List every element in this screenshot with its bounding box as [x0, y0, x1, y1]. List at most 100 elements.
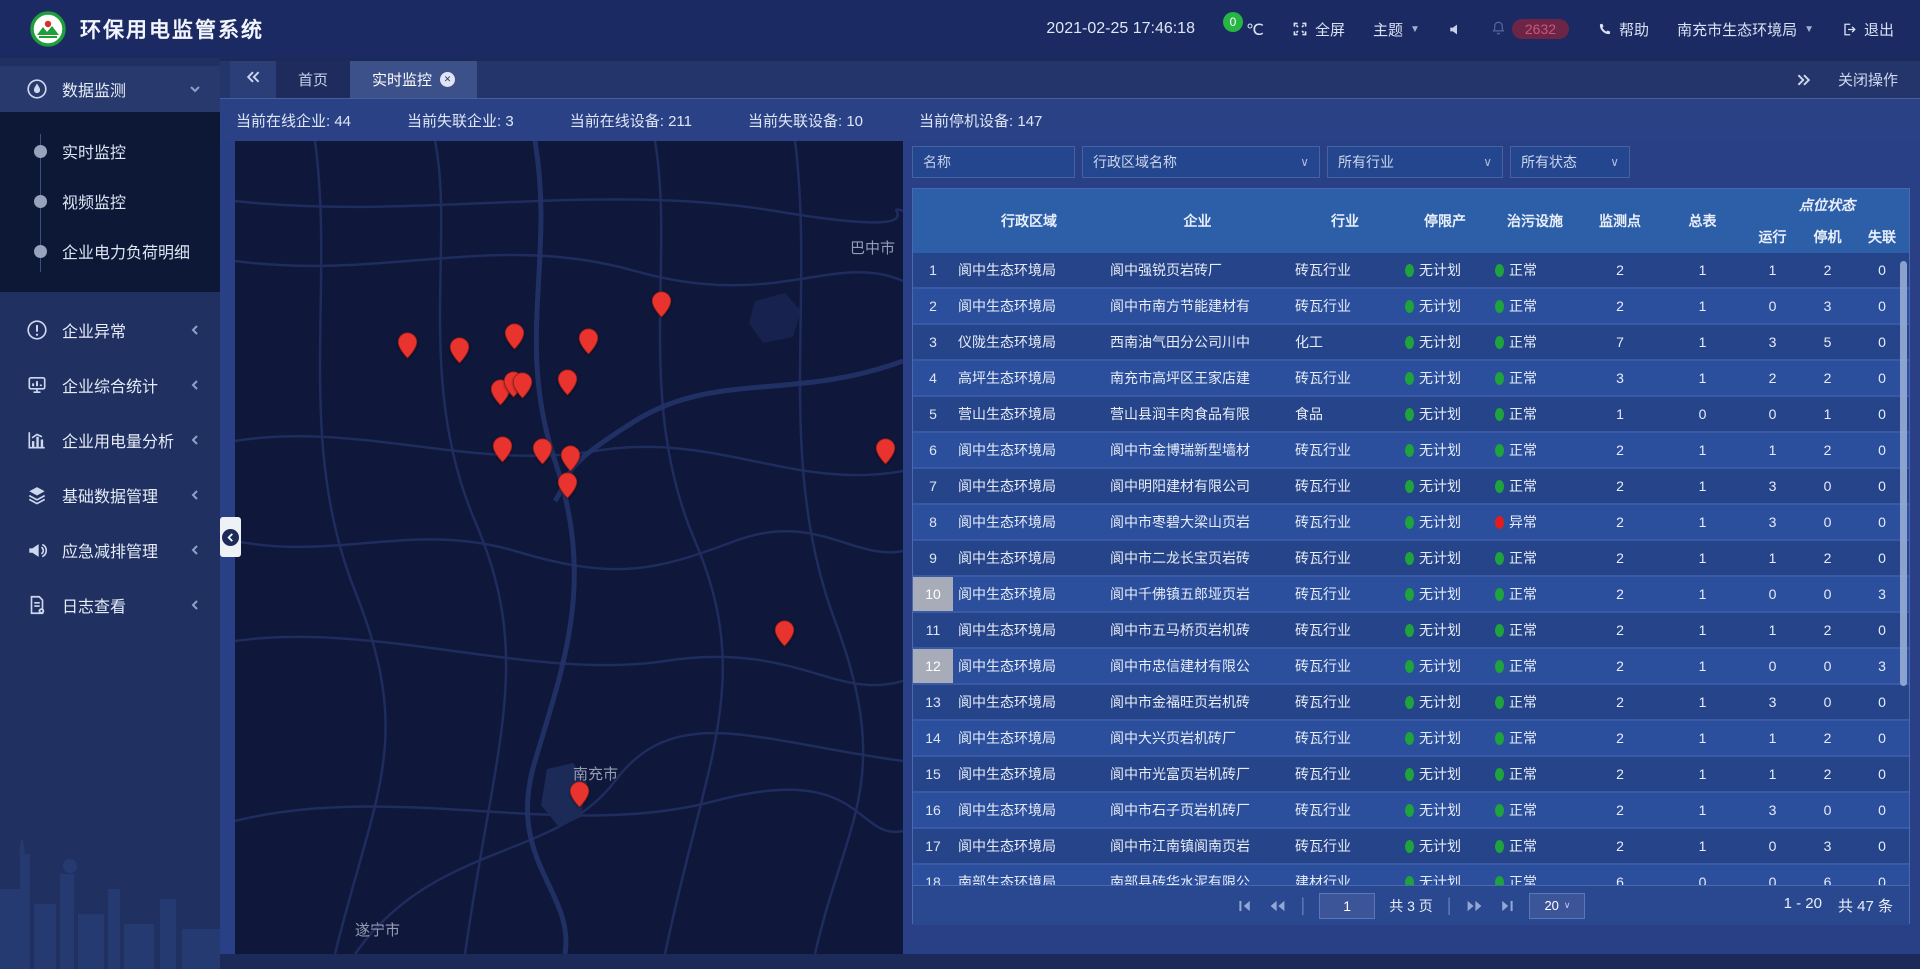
map-pin-icon[interactable]: [557, 369, 578, 396]
table-row[interactable]: 18 南部生态环境局 南部县砖华水泥有限公 建材行业 无计划 正常 6 0 0 …: [913, 865, 1909, 885]
map-pin-icon[interactable]: [651, 291, 672, 318]
table-row[interactable]: 11 阆中生态环境局 阆中市五马桥页岩机砖 砖瓦行业 无计划 正常 2 1 1 …: [913, 613, 1909, 649]
running-cell: 0: [1745, 298, 1800, 314]
pollution-facility-cell: 正常: [1490, 728, 1580, 748]
col-offline: 失联: [1855, 221, 1909, 253]
map-pin-icon[interactable]: [512, 372, 533, 399]
sidebar-group-7[interactable]: 日志查看: [0, 580, 220, 630]
close-operations-button[interactable]: 关闭操作: [1838, 69, 1898, 90]
mute-button[interactable]: [1448, 22, 1463, 37]
status-dot-icon: [1405, 840, 1414, 853]
logout-button[interactable]: 退出: [1842, 19, 1894, 40]
map-pin-icon[interactable]: [560, 445, 581, 472]
status-dot-icon: [1495, 696, 1504, 709]
region-cell: 阆中生态环境局: [953, 728, 1105, 748]
log-file-icon: [26, 594, 48, 616]
total-meter-cell: 1: [1660, 478, 1745, 494]
name-filter-input[interactable]: [912, 146, 1075, 178]
table-row[interactable]: 1 阆中生态环境局 阆中强锐页岩砖厂 砖瓦行业 无计划 正常 2 1 1 2 0: [913, 253, 1909, 289]
enterprise-map[interactable]: 巴中市南充市遂宁市: [235, 141, 903, 954]
running-cell: 1: [1745, 442, 1800, 458]
table-row[interactable]: 17 阆中生态环境局 阆中市江南镇阆南页岩 砖瓦行业 无计划 正常 2 1 0 …: [913, 829, 1909, 865]
industry-cell: 砖瓦行业: [1290, 728, 1400, 748]
industry-filter-select[interactable]: 所有行业 ∨: [1327, 146, 1503, 178]
industry-cell: 食品: [1290, 404, 1400, 424]
table-row[interactable]: 13 阆中生态环境局 阆中市金福旺页岩机砖 砖瓦行业 无计划 正常 2 1 3 …: [913, 685, 1909, 721]
map-pin-icon[interactable]: [492, 436, 513, 463]
notifications-button[interactable]: 2632: [1491, 19, 1569, 39]
table-row[interactable]: 16 阆中生态环境局 阆中市石子页岩机砖厂 砖瓦行业 无计划 正常 2 1 3 …: [913, 793, 1909, 829]
page-size-select[interactable]: 20 ∨: [1529, 893, 1585, 919]
sidebar-group-1[interactable]: 数据监测: [0, 66, 220, 112]
row-index-cell: 14: [913, 721, 953, 755]
map-pin-icon[interactable]: [532, 438, 553, 465]
table-row[interactable]: 15 阆中生态环境局 阆中市光富页岩机砖厂 砖瓦行业 无计划 正常 2 1 1 …: [913, 757, 1909, 793]
total-meter-cell: 1: [1660, 442, 1745, 458]
map-pin-icon[interactable]: [557, 472, 578, 499]
scroll-tabs-left-button[interactable]: [230, 61, 276, 98]
table-row[interactable]: 2 阆中生态环境局 阆中市南方节能建材有 砖瓦行业 无计划 正常 2 1 0 3…: [913, 289, 1909, 325]
sidebar-subitem[interactable]: 企业电力负荷明细: [0, 226, 220, 276]
table-scrollbar[interactable]: [1900, 261, 1907, 686]
total-pages-label: 共 3 页: [1389, 896, 1433, 916]
region-cell: 阆中生态环境局: [953, 656, 1105, 676]
scroll-tabs-right-button[interactable]: [1796, 72, 1812, 88]
pager-divider: |: [1447, 895, 1452, 916]
map-pin-icon[interactable]: [774, 620, 795, 647]
table-row[interactable]: 4 高坪生态环境局 南充市高坪区王家店建 砖瓦行业 无计划 正常 3 1 2 2…: [913, 361, 1909, 397]
table-row[interactable]: 5 营山生态环境局 营山县润丰肉食品有限 食品 无计划 正常 1 0 0 1 0: [913, 397, 1909, 433]
industry-cell: 砖瓦行业: [1290, 800, 1400, 820]
sidebar-group-5[interactable]: 基础数据管理: [0, 470, 220, 520]
monitor-points-cell: 2: [1580, 478, 1660, 494]
next-page-icon[interactable]: [1465, 899, 1484, 913]
phone-icon: [1597, 22, 1612, 37]
map-pin-icon[interactable]: [397, 332, 418, 359]
table-row[interactable]: 12 阆中生态环境局 阆中市忠信建材有限公 砖瓦行业 无计划 正常 2 1 0 …: [913, 649, 1909, 685]
map-pin-icon[interactable]: [449, 337, 470, 364]
sidebar-subitem[interactable]: 视频监控: [0, 176, 220, 226]
tab-实时监控[interactable]: 实时监控 ✕: [350, 61, 477, 98]
last-page-icon[interactable]: [1498, 899, 1515, 913]
fullscreen-button[interactable]: 全屏: [1292, 19, 1345, 40]
enterprise-cell: 南充市高坪区王家店建: [1105, 368, 1290, 388]
tab-close-icon[interactable]: ✕: [440, 72, 455, 87]
sidebar-collapse-toggle[interactable]: [220, 517, 241, 557]
status-dot-icon: [1405, 372, 1414, 385]
region-cell: 阆中生态环境局: [953, 260, 1105, 280]
select-caret-icon: ∨: [1300, 155, 1309, 169]
sidebar-group-3[interactable]: 企业综合统计: [0, 360, 220, 410]
map-pin-icon[interactable]: [569, 781, 590, 808]
map-city-label: 巴中市: [850, 237, 895, 258]
table-row[interactable]: 9 阆中生态环境局 阆中市二龙长宝页岩砖 砖瓦行业 无计划 正常 2 1 1 2…: [913, 541, 1909, 577]
sidebar-subitem[interactable]: 实时监控: [0, 126, 220, 176]
region-cell: 阆中生态环境局: [953, 548, 1105, 568]
map-pin-icon[interactable]: [875, 438, 896, 465]
fullscreen-icon: [1292, 21, 1308, 37]
theme-menu-button[interactable]: 主题 ▼: [1373, 19, 1420, 40]
table-row[interactable]: 8 阆中生态环境局 阆中市枣碧大梁山页岩 砖瓦行业 无计划 异常 2 1 3 0…: [913, 505, 1909, 541]
sidebar-group-4[interactable]: 企业用电量分析: [0, 415, 220, 465]
map-pin-icon[interactable]: [504, 323, 525, 350]
user-menu-button[interactable]: 南充市生态环境局 ▼: [1677, 19, 1814, 40]
region-filter-select[interactable]: 行政区域名称 ∨: [1082, 146, 1320, 178]
running-cell: 3: [1745, 478, 1800, 494]
tab-首页[interactable]: 首页: [276, 61, 350, 98]
table-row[interactable]: 6 阆中生态环境局 阆中市金博瑞新型墙材 砖瓦行业 无计划 正常 2 1 1 2…: [913, 433, 1909, 469]
monitor-points-cell: 2: [1580, 622, 1660, 638]
table-row[interactable]: 7 阆中生态环境局 阆中明阳建材有限公司 砖瓦行业 无计划 正常 2 1 3 0…: [913, 469, 1909, 505]
industry-cell: 砖瓦行业: [1290, 584, 1400, 604]
status-filter-select[interactable]: 所有状态 ∨: [1510, 146, 1630, 178]
table-row[interactable]: 14 阆中生态环境局 阆中大兴页岩机砖厂 砖瓦行业 无计划 正常 2 1 1 2…: [913, 721, 1909, 757]
prev-page-icon[interactable]: [1268, 899, 1287, 913]
table-row[interactable]: 10 阆中生态环境局 阆中千佛镇五郎垭页岩 砖瓦行业 无计划 正常 2 1 0 …: [913, 577, 1909, 613]
sidebar-group-6[interactable]: 应急减排管理: [0, 525, 220, 575]
table-row[interactable]: 3 仪陇生态环境局 西南油气田分公司川中 化工 无计划 正常 7 1 3 5 0: [913, 325, 1909, 361]
pollution-facility-cell: 正常: [1490, 800, 1580, 820]
enterprise-cell: 阆中大兴页岩机砖厂: [1105, 728, 1290, 748]
map-pin-icon[interactable]: [578, 328, 599, 355]
page-input[interactable]: [1319, 893, 1375, 919]
first-page-icon[interactable]: [1237, 899, 1254, 913]
help-button[interactable]: 帮助: [1597, 19, 1649, 40]
region-cell: 阆中生态环境局: [953, 440, 1105, 460]
sidebar-group-2[interactable]: 企业异常: [0, 305, 220, 355]
